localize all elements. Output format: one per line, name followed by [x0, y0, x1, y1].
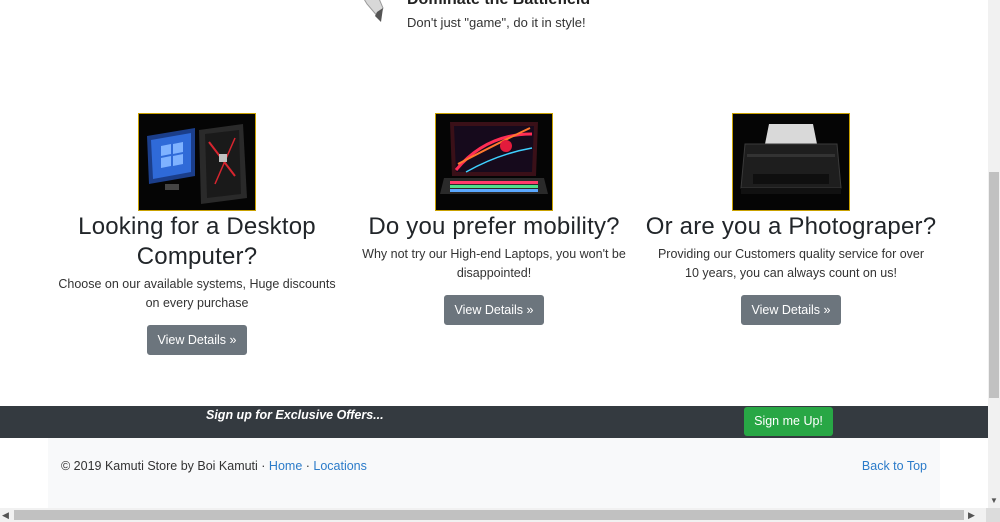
- scroll-down-arrow-icon[interactable]: ▼: [988, 494, 1000, 508]
- product-heading: Looking for a Desktop Computer?: [78, 213, 316, 270]
- signup-bar: Sign up for Exclusive Offers... Sign me …: [0, 406, 988, 438]
- product-description: Providing our Customers quality service …: [657, 247, 925, 280]
- product-description: Why not try our High-end Laptops, you wo…: [362, 247, 626, 280]
- featurette-subtitle: Don't just "game", do it in style!: [407, 15, 586, 30]
- view-details-button[interactable]: View Details »: [146, 325, 248, 355]
- gaming-laptop-image: [435, 113, 553, 211]
- featurette-battlefield: Dominate the Battlefield Don't just "gam…: [355, 0, 655, 40]
- footer-link-locations[interactable]: Locations: [313, 459, 367, 473]
- product-heading: Do you prefer mobility?: [368, 213, 620, 240]
- scrollbar-corner: [986, 508, 1000, 522]
- horizontal-scrollbar-thumb[interactable]: [14, 510, 964, 520]
- vertical-scrollbar-thumb[interactable]: [989, 172, 999, 398]
- desktop-computer-image: [138, 113, 256, 211]
- featurette-title: Dominate the Battlefield: [407, 0, 590, 9]
- view-details-button[interactable]: View Details »: [443, 295, 545, 325]
- footer: © 2019 Kamuti Store by Boi Kamuti · Home…: [48, 438, 940, 508]
- pen-icon: [357, 0, 391, 24]
- footer-copyright: © 2019 Kamuti Store by Boi Kamuti · Home…: [61, 459, 367, 473]
- copyright-text: © 2019 Kamuti Store by Boi Kamuti ·: [61, 459, 269, 473]
- product-heading: Or are you a Photograper?: [645, 213, 937, 240]
- scroll-left-arrow-icon[interactable]: ◀: [2, 508, 9, 522]
- printer-image: [732, 113, 850, 211]
- view-details-button[interactable]: View Details »: [740, 295, 842, 325]
- vertical-scrollbar[interactable]: ▼: [988, 0, 1000, 508]
- scroll-right-arrow-icon[interactable]: ▶: [968, 508, 975, 522]
- signup-prompt: Sign up for Exclusive Offers...: [206, 408, 384, 422]
- product-description: Choose on our available systems, Huge di…: [58, 277, 336, 310]
- footer-separator: ·: [302, 459, 314, 473]
- product-card-desktop: Looking for a Desktop Computer? Choose o…: [48, 113, 346, 355]
- horizontal-scrollbar[interactable]: ◀ ▶: [0, 508, 1000, 522]
- product-card-printer: Or are you a Photograper? Providing our …: [642, 113, 940, 325]
- sign-up-button[interactable]: Sign me Up!: [744, 407, 833, 436]
- footer-link-home[interactable]: Home: [269, 459, 302, 473]
- product-card-laptop: Do you prefer mobility? Why not try our …: [345, 113, 643, 325]
- back-to-top-link[interactable]: Back to Top: [862, 459, 927, 473]
